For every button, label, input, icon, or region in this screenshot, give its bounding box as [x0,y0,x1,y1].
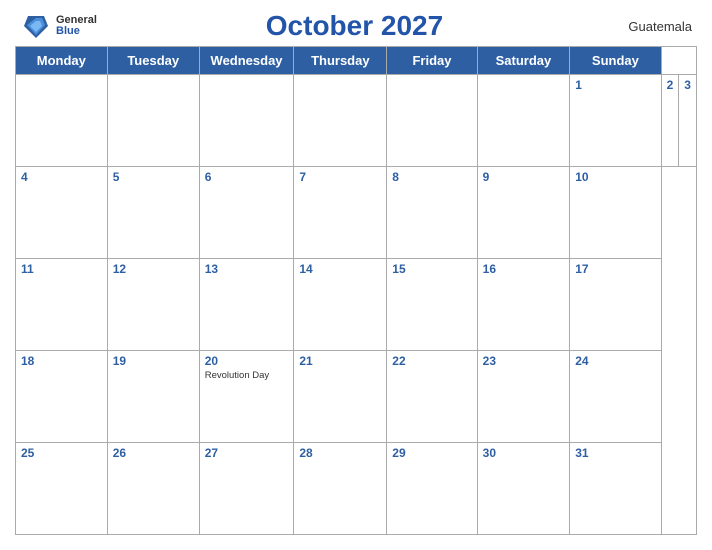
cell-w1-d6 [477,75,570,167]
date-number: 24 [575,354,655,368]
calendar-table: Monday Tuesday Wednesday Thursday Friday… [15,46,697,535]
cell-w4-d5: 22 [387,351,477,443]
cell-w3-d4: 14 [294,259,387,351]
date-number: 1 [575,78,655,92]
date-number: 25 [21,446,102,460]
cell-w4-d6: 23 [477,351,570,443]
date-number: 30 [483,446,565,460]
date-number: 22 [392,354,471,368]
cell-w1-d4 [294,75,387,167]
cell-w3-d6: 16 [477,259,570,351]
holiday-label: Revolution Day [205,370,289,381]
cell-w5-d3: 27 [199,443,294,535]
date-number: 29 [392,446,471,460]
country-label: Guatemala [612,19,692,34]
cell-w4-d4: 21 [294,351,387,443]
date-number: 31 [575,446,655,460]
cell-w2-d3: 6 [199,167,294,259]
date-number: 28 [299,446,381,460]
date-number: 26 [113,446,194,460]
cell-w5-d7: 31 [570,443,661,535]
date-number: 13 [205,262,289,276]
cell-w4-d7: 24 [570,351,661,443]
day-header-row: Monday Tuesday Wednesday Thursday Friday… [16,47,697,75]
cell-w3-d2: 12 [107,259,199,351]
date-number: 14 [299,262,381,276]
calendar-header: General Blue October 2027 Guatemala [15,10,697,42]
date-number: 11 [21,262,102,276]
cell-w1-d7: 1 [570,75,661,167]
header-tuesday: Tuesday [107,47,199,75]
cell-w3-d3: 13 [199,259,294,351]
cell-w4-d1: 18 [16,351,108,443]
cell-w5-d2: 26 [107,443,199,535]
cell-w1-d8: 2 [661,75,679,167]
cell-w2-d1: 4 [16,167,108,259]
week-row-1: 123 [16,75,697,167]
date-number: 10 [575,170,655,184]
cell-w1-d1 [16,75,108,167]
date-number: 7 [299,170,381,184]
date-number: 3 [684,78,691,92]
logo: General Blue [20,12,97,40]
cell-w5-d5: 29 [387,443,477,535]
week-row-4: 18 19 20 Revolution Day 21 22 23 24 [16,351,697,443]
date-number: 8 [392,170,471,184]
week-row-5: 25 26 27 28 29 30 31 [16,443,697,535]
date-number: 17 [575,262,655,276]
cell-w5-d1: 25 [16,443,108,535]
date-number: 16 [483,262,565,276]
date-number: 27 [205,446,289,460]
cell-w2-d7: 10 [570,167,661,259]
cell-w1-d3 [199,75,294,167]
header-thursday: Thursday [294,47,387,75]
date-number: 6 [205,170,289,184]
date-number: 4 [21,170,102,184]
cell-w1-d2 [107,75,199,167]
cell-w5-d4: 28 [294,443,387,535]
cell-w2-d5: 8 [387,167,477,259]
header-saturday: Saturday [477,47,570,75]
date-number: 21 [299,354,381,368]
cell-w3-d5: 15 [387,259,477,351]
date-number: 18 [21,354,102,368]
logo-blue-text: Blue [56,26,97,37]
date-number: 20 [205,354,289,368]
week-row-2: 456789 10 [16,167,697,259]
logo-icon [20,12,52,40]
week-row-3: 11 12 13 14 15 16 17 [16,259,697,351]
cell-w2-d4: 7 [294,167,387,259]
month-title: October 2027 [97,10,612,42]
date-number: 15 [392,262,471,276]
cell-w4-d3: 20 Revolution Day [199,351,294,443]
cell-w1-d9: 3 [679,75,697,167]
date-number: 5 [113,170,194,184]
cell-w5-d6: 30 [477,443,570,535]
date-number: 2 [667,78,674,92]
cell-w3-d7: 17 [570,259,661,351]
header-wednesday: Wednesday [199,47,294,75]
date-number: 9 [483,170,565,184]
cell-w2-d6: 9 [477,167,570,259]
date-number: 19 [113,354,194,368]
header-monday: Monday [16,47,108,75]
header-sunday: Sunday [570,47,661,75]
date-number: 23 [483,354,565,368]
header-friday: Friday [387,47,477,75]
cell-w2-d2: 5 [107,167,199,259]
date-number: 12 [113,262,194,276]
cell-w3-d1: 11 [16,259,108,351]
cell-w1-d5 [387,75,477,167]
logo-text: General Blue [56,15,97,37]
cell-w4-d2: 19 [107,351,199,443]
